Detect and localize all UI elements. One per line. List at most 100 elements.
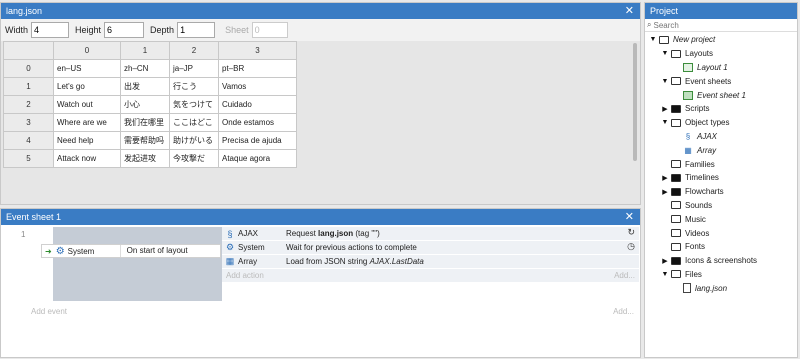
folder-icon bbox=[671, 118, 681, 127]
action-row[interactable]: ▦ Array Load from JSON string AJAX.LastDa… bbox=[222, 255, 639, 269]
array-cell[interactable]: 助けがいる bbox=[169, 131, 219, 150]
tree-item[interactable]: § AJAX bbox=[645, 130, 797, 144]
add-action-link[interactable]: Add action bbox=[226, 271, 264, 280]
array-cell[interactable]: Need help bbox=[53, 131, 121, 150]
array-cell[interactable]: 我们在哪里 bbox=[120, 113, 170, 132]
tree-item[interactable]: ▼ New project bbox=[645, 33, 797, 47]
tree-item[interactable]: ▼ Layouts bbox=[645, 47, 797, 61]
height-input[interactable] bbox=[104, 22, 145, 38]
actions-area: § AJAX Request lang.json (tag "") ↻ ⚙ Syst… bbox=[222, 227, 639, 282]
width-input[interactable] bbox=[31, 22, 70, 38]
tree-item[interactable]: ▶ Flowcharts bbox=[645, 185, 797, 199]
condition-block[interactable] bbox=[53, 227, 222, 301]
array-cell[interactable]: Attack now bbox=[53, 149, 121, 168]
add-ellipsis-link[interactable]: Add... bbox=[614, 269, 635, 282]
tree-item[interactable]: ▶ Scripts bbox=[645, 102, 797, 116]
folder-icon bbox=[671, 160, 681, 169]
search-input[interactable] bbox=[653, 20, 784, 30]
folder-icon bbox=[671, 242, 681, 251]
array-cell[interactable]: Ataque agora bbox=[218, 149, 297, 168]
array-cell[interactable]: Watch out bbox=[53, 95, 121, 114]
folder-icon bbox=[671, 201, 681, 210]
add-event-link[interactable]: Add event bbox=[31, 307, 67, 316]
chevron-right-icon[interactable]: ▶ bbox=[661, 257, 669, 265]
chevron-down-icon[interactable]: ▼ bbox=[661, 50, 669, 57]
tree-item[interactable]: lang.json bbox=[645, 281, 797, 295]
folder-icon bbox=[671, 270, 681, 279]
array-cell[interactable]: 行こう bbox=[169, 77, 219, 96]
tree-item-label: Timelines bbox=[685, 173, 719, 183]
tree-item[interactable]: Music bbox=[645, 212, 797, 226]
tree-item[interactable]: Videos bbox=[645, 226, 797, 240]
chevron-right-icon[interactable]: ▶ bbox=[661, 105, 669, 113]
close-icon[interactable]: ✕ bbox=[625, 209, 634, 225]
tree-item[interactable]: ▼ Object types bbox=[645, 116, 797, 130]
add-action-row[interactable]: Add action Add... bbox=[222, 269, 639, 282]
add-ellipsis-link[interactable]: Add... bbox=[613, 307, 634, 316]
array-cell[interactable]: en–US bbox=[53, 59, 121, 78]
array-cell[interactable]: 发起进攻 bbox=[120, 149, 170, 168]
folder-icon bbox=[659, 35, 669, 44]
array-cell[interactable]: ここはどこ bbox=[169, 113, 219, 132]
row-header[interactable]: 0 bbox=[3, 59, 54, 78]
row-header[interactable]: 3 bbox=[3, 113, 54, 132]
tree-item[interactable]: ▶ Timelines bbox=[645, 171, 797, 185]
array-cell[interactable]: 小心 bbox=[120, 95, 170, 114]
event-number: 1 bbox=[21, 230, 26, 239]
array-cell[interactable]: Cuidado bbox=[218, 95, 297, 114]
event-sheet-body: 1 ➜ ⚙ System On start of layout § AJAX Re… bbox=[1, 225, 640, 358]
tree-item-label: Flowcharts bbox=[685, 187, 724, 197]
chevron-down-icon[interactable]: ▼ bbox=[661, 119, 669, 126]
array-cell[interactable]: Precisa de ajuda bbox=[218, 131, 297, 150]
tree-item[interactable]: Layout 1 bbox=[645, 61, 797, 75]
project-tree: ▼ New project ▼ Layouts Layout 1 ▼ Event sheet… bbox=[645, 32, 797, 295]
tree-item[interactable]: Fonts bbox=[645, 240, 797, 254]
array-cell[interactable]: Vamos bbox=[218, 77, 297, 96]
row-header[interactable]: 5 bbox=[3, 149, 54, 168]
array-cell[interactable]: Onde estamos bbox=[218, 113, 297, 132]
array-cell[interactable]: zh–CN bbox=[120, 59, 170, 78]
chevron-down-icon[interactable]: ▼ bbox=[649, 36, 657, 43]
tree-item[interactable]: ▶ Icons & screenshots bbox=[645, 254, 797, 268]
column-header[interactable]: 3 bbox=[218, 41, 297, 60]
chevron-down-icon[interactable]: ▼ bbox=[661, 78, 669, 85]
corner-cell bbox=[3, 41, 54, 60]
tree-item-label: Array bbox=[697, 145, 717, 155]
column-header[interactable]: 0 bbox=[53, 41, 121, 60]
array-cell[interactable]: ja–JP bbox=[169, 59, 219, 78]
condition-row[interactable]: ➜ ⚙ System On start of layout bbox=[41, 244, 221, 258]
action-row[interactable]: ⚙ System Wait for previous actions to com… bbox=[222, 241, 639, 255]
array-cell[interactable]: pt–BR bbox=[218, 59, 297, 78]
tree-item[interactable]: Sounds bbox=[645, 199, 797, 213]
depth-input[interactable] bbox=[177, 22, 216, 38]
column-header[interactable]: 2 bbox=[169, 41, 219, 60]
chevron-down-icon[interactable]: ▼ bbox=[661, 271, 669, 278]
tree-item[interactable]: ▼ Files bbox=[645, 268, 797, 282]
tree-item[interactable]: Event sheet 1 bbox=[645, 88, 797, 102]
tree-item[interactable]: ▦ Array bbox=[645, 143, 797, 157]
search-icon: ⌕ bbox=[647, 20, 652, 29]
folder-icon bbox=[671, 173, 681, 182]
array-cell[interactable]: Let's go bbox=[53, 77, 121, 96]
tree-item-label: Sounds bbox=[685, 200, 713, 210]
array-cell[interactable]: 出发 bbox=[120, 77, 170, 96]
tree-item[interactable]: Families bbox=[645, 157, 797, 171]
chevron-right-icon[interactable]: ▶ bbox=[661, 174, 669, 182]
row-header[interactable]: 1 bbox=[3, 77, 54, 96]
array-cell[interactable]: 気をつけて bbox=[169, 95, 219, 114]
action-text: Wait for previous actions to complete bbox=[286, 243, 417, 252]
vertical-scrollbar[interactable] bbox=[633, 43, 637, 161]
array-cell[interactable]: Where are we bbox=[53, 113, 121, 132]
table-row: 4 Need help 需要帮助吗 助けがいる Precisa de ajuda bbox=[3, 131, 297, 150]
row-header[interactable]: 4 bbox=[3, 131, 54, 150]
chevron-right-icon[interactable]: ▶ bbox=[661, 188, 669, 196]
column-header[interactable]: 1 bbox=[120, 41, 170, 60]
tree-item-label: Object types bbox=[685, 118, 730, 128]
tree-item-label: Videos bbox=[685, 228, 710, 238]
action-row[interactable]: § AJAX Request lang.json (tag "") ↻ bbox=[222, 227, 639, 241]
close-icon[interactable]: ✕ bbox=[625, 3, 634, 19]
tree-item[interactable]: ▼ Event sheets bbox=[645, 74, 797, 88]
row-header[interactable]: 2 bbox=[3, 95, 54, 114]
array-cell[interactable]: 需要帮助吗 bbox=[120, 131, 170, 150]
array-cell[interactable]: 今攻撃だ bbox=[169, 149, 219, 168]
